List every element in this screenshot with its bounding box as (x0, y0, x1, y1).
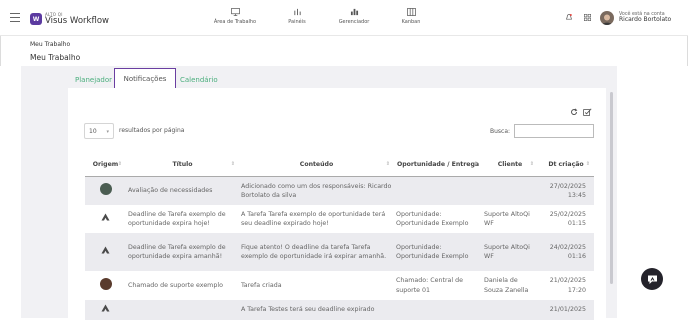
altoqi-logo-icon (101, 213, 110, 221)
column-header-titulo[interactable]: Título ⇕ (126, 153, 239, 177)
tab-calendario[interactable]: Calendário (180, 76, 218, 84)
cell-oportunidade: Oportunidade: Oportunidade Exemplo (396, 210, 469, 227)
column-header-origem[interactable]: Origem ⇕ (85, 153, 126, 177)
scrollbar-thumb[interactable] (610, 92, 613, 284)
nav-kanban[interactable]: Kanban (402, 8, 420, 25)
bar-chart-icon (293, 8, 301, 16)
cell-data: 27/02/2025 13:45 (538, 176, 594, 205)
cell-cliente (482, 300, 538, 320)
support-chat-button[interactable] (641, 268, 663, 290)
sort-icon: ⇕ (230, 161, 235, 167)
cell-oportunidade (394, 176, 482, 205)
cell-oportunidade: Oportunidade: Oportunidade Exemplo (394, 233, 482, 271)
cell-data: 25/02/2025 01:15 (549, 210, 586, 227)
cell-conteudo: Tarefa criada (241, 281, 282, 289)
logo-badge-icon: W (30, 13, 42, 25)
search-label: Busca: (490, 128, 511, 135)
cell-cliente (482, 176, 538, 205)
chart-icon (350, 8, 358, 16)
notifications-table: Origem ⇕ Título ⇕ Conteúdo ⇕ Oportunidade /… (85, 153, 594, 320)
sort-icon: ⇕ (385, 161, 390, 167)
mark-all-read-icon[interactable] (583, 108, 592, 116)
table-header-row: Origem ⇕ Título ⇕ Conteúdo ⇕ Oportunidade /… (85, 153, 594, 177)
cell-oportunidade: Chamado: Central de suporte 01 (396, 277, 464, 294)
refresh-icon[interactable] (570, 108, 578, 116)
tab-planejador[interactable]: Planejador (75, 76, 112, 84)
cell-conteudo: A Tarefa Testes terá seu deadline expira… (239, 300, 394, 320)
cell-conteudo: A Tarefa Tarefa exemplo de oportunidade … (241, 210, 386, 227)
cell-cliente: Daniela de Souza Zanella (484, 277, 529, 294)
cell-titulo: Chamado de suporte exemplo (128, 281, 223, 289)
chat-bubble-icon (647, 275, 657, 284)
page-length-label: resultados por página (119, 127, 185, 134)
tab-notificacoes[interactable]: Notificações (114, 68, 176, 90)
avatar (99, 277, 112, 290)
app-logo[interactable]: W ALTO QI Visus Workflow (30, 9, 109, 29)
table-row[interactable]: Deadline de Tarefa exemplo de oportunida… (85, 205, 594, 233)
column-header-cliente[interactable]: Cliente ⇕ (482, 153, 538, 177)
account-switcher[interactable]: Você está na conta Ricardo Bortolato (619, 12, 671, 23)
cell-conteudo: Adicionado como um dos responsáveis: Ric… (239, 176, 394, 205)
cell-oportunidade (394, 300, 482, 320)
top-bar: W ALTO QI Visus Workflow Área de Trabalh… (0, 0, 688, 36)
avatar (99, 183, 112, 196)
tab-bar: Planejador Notificações Calendário (68, 68, 268, 90)
search-input[interactable] (514, 124, 594, 138)
sort-icon: ⇕ (117, 161, 122, 167)
bell-icon[interactable] (566, 14, 572, 21)
account-name: Ricardo Bortolato (619, 16, 672, 24)
kanban-icon (406, 8, 416, 16)
cell-titulo: Deadline de Tarefa exemplo de oportunida… (128, 210, 226, 227)
column-header-oportunidade[interactable]: Oportunidade / Entrega ⇕ (394, 153, 482, 177)
column-header-conteudo[interactable]: Conteúdo ⇕ (239, 153, 394, 177)
monitor-icon (230, 8, 240, 16)
nav-area-de-trabalho[interactable]: Área de Trabalho (214, 8, 256, 25)
cell-titulo: Deadline de Tarefa exemplo de oportunida… (126, 233, 239, 271)
cell-conteudo: Fique atento! O deadline da tarefa Taref… (239, 233, 394, 271)
table-row[interactable]: A Tarefa Testes terá seu deadline expira… (85, 300, 594, 320)
nav-gerenciador[interactable]: Gerenciador (338, 8, 370, 25)
cell-titulo (126, 300, 239, 320)
nav-label: Kanban (401, 19, 421, 25)
breadcrumb[interactable]: Meu Trabalho (30, 41, 70, 48)
cell-data: 21/02/2025 17:20 (549, 277, 586, 294)
left-gutter (0, 66, 21, 318)
table-row[interactable]: Chamado de suporte exemplo Tarefa criada… (85, 271, 594, 300)
nav-label: Gerenciador (338, 19, 370, 25)
logo-brand-name: Visus Workflow (45, 15, 109, 26)
nav-label: Painéis (288, 19, 306, 25)
column-header-data[interactable]: Dt criação ⇕ (538, 153, 594, 177)
cell-titulo: Avaliação de necessidades (126, 176, 239, 205)
hamburger-menu-icon[interactable] (10, 13, 20, 22)
nav-paineis[interactable]: Painéis (287, 8, 307, 25)
table-row[interactable]: Deadline de Tarefa exemplo de oportunida… (85, 233, 594, 271)
altoqi-logo-icon (101, 304, 110, 312)
cell-data: 24/02/2025 01:16 (538, 233, 594, 271)
sort-icon: ⇕ (473, 161, 478, 167)
page-title: Meu Trabalho (30, 53, 81, 62)
table-row[interactable]: Avaliação de necessidades Adicionado com… (85, 176, 594, 205)
cell-cliente: Suporte AltoQi WF (484, 210, 530, 227)
sort-icon: ⇕ (529, 161, 534, 167)
cell-data: 21/01/2025 (538, 300, 594, 320)
cell-cliente: Suporte AltoQi WF (482, 233, 538, 271)
altoqi-logo-icon (101, 246, 110, 254)
sort-icon: ⇕ (585, 161, 590, 167)
chevron-down-icon: ▾ (106, 129, 109, 135)
page-length-select[interactable]: 10 ▾ (84, 123, 114, 139)
page-length-value: 10 (89, 127, 97, 135)
user-avatar[interactable] (600, 11, 614, 25)
nav-label: Área de Trabalho (213, 19, 257, 25)
apps-grid-icon[interactable] (584, 14, 591, 21)
